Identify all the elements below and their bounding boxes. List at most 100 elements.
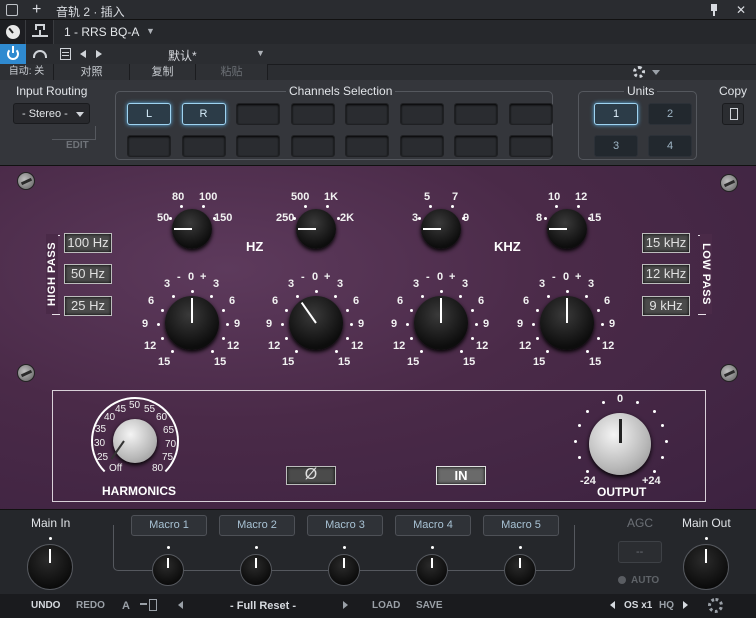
channel-slot-button[interactable] [236,135,280,157]
redo-button[interactable]: REDO [76,594,105,618]
in-button[interactable]: IN [436,466,486,485]
channel-r-button[interactable]: R [181,103,226,125]
channel-slot-button[interactable] [454,135,498,157]
plugin-power-icon[interactable] [0,20,26,44]
gain-tick-3: 3 [462,278,469,290]
load-button[interactable]: LOAD [372,594,400,618]
preset-next-icon[interactable] [343,601,348,609]
channel-slot-button[interactable] [181,135,226,157]
copy-unit-button[interactable] [722,103,744,125]
freq-knob-2[interactable] [296,209,336,249]
scale-dot [555,205,558,208]
scale-dot [429,205,432,208]
macro-3-knob[interactable] [328,554,360,586]
gain-knob-2[interactable] [289,296,343,350]
gain-tick-3: 3 [164,278,171,290]
power-button[interactable] [0,44,26,64]
output-knob[interactable] [589,413,651,475]
unit-2-button[interactable]: 2 [648,103,692,125]
auto-off-button[interactable]: 自动: 关 [0,64,54,80]
channel-slot-button[interactable] [454,103,498,125]
main-out-knob[interactable] [683,544,729,590]
channel-slot-button[interactable] [236,103,280,125]
bottom-preset-name[interactable]: - Full Reset - [230,594,296,618]
prev-preset-icon[interactable] [80,50,86,58]
channel-slot-button[interactable] [290,135,335,157]
macro-1-button[interactable]: Macro 1 [131,515,207,536]
pin-icon[interactable] [708,4,720,16]
gain-tick-6: 6 [353,295,360,307]
preset-prev-icon[interactable] [178,601,183,609]
hp-100hz-button[interactable]: 100 Hz [64,233,112,253]
macro-4-button[interactable]: Macro 4 [395,515,471,536]
channel-slot-button[interactable] [127,135,171,157]
freq-knob-1[interactable] [172,209,212,249]
preset-selector[interactable]: 默认* ▼ [108,45,268,63]
ab-copy-icon[interactable] [140,599,158,612]
os-prev-icon[interactable] [610,601,615,609]
unit-1-button[interactable]: 1 [594,103,638,125]
oversampling-value[interactable]: OS x1 [624,594,652,618]
routing-edit-button[interactable]: EDIT [64,140,91,151]
undo-button[interactable]: UNDO [31,594,60,618]
channel-slot-button[interactable] [345,103,389,125]
harmonics-tick-label: 45 [115,404,127,415]
input-routing-select[interactable]: - Stereo - [13,103,90,124]
scale-dot [410,337,413,340]
plugin-settings-gear-icon[interactable] [708,598,723,613]
lp-15khz-button[interactable]: 15 kHz [642,233,690,253]
copy-button[interactable]: 复制 [130,64,196,80]
gain-knob-3[interactable] [414,296,468,350]
freq-tick-label: 1K [324,191,339,203]
macro-3-button[interactable]: Macro 3 [307,515,383,536]
macro-2-button[interactable]: Macro 2 [219,515,295,536]
routing-icon[interactable] [26,20,54,44]
channel-slot-button[interactable] [508,135,553,157]
unit-3-button[interactable]: 3 [594,135,638,157]
channel-slot-button[interactable] [399,135,444,157]
hq-button[interactable]: HQ [659,594,674,618]
channel-slot-button[interactable] [508,103,553,125]
hp-25hz-button[interactable]: 25 Hz [64,296,112,316]
scale-dot [566,290,569,293]
freq-knob-3[interactable] [421,209,461,249]
knob-indicator [300,301,317,324]
unit-4-button[interactable]: 4 [648,135,692,157]
macro-4-knob[interactable] [416,554,448,586]
agc-auto-led-icon[interactable] [618,576,626,584]
compare-button[interactable]: 对照 [54,64,130,80]
settings-dropdown-icon[interactable] [652,70,660,75]
close-icon[interactable]: ✕ [736,3,746,17]
os-next-icon[interactable] [683,601,688,609]
gain-knob-4[interactable] [540,296,594,350]
freq-tick-label: 80 [172,191,185,203]
paste-button[interactable]: 粘贴 [196,64,268,80]
macro-5-button[interactable]: Macro 5 [483,515,559,536]
lp-9khz-button[interactable]: 9 kHz [642,296,690,316]
add-icon[interactable]: + [32,1,41,19]
save-button[interactable]: SAVE [416,594,443,618]
freq-knob-4[interactable] [547,209,587,249]
channel-l-button[interactable]: L [127,103,171,125]
agc-value-button[interactable]: -- [618,541,662,563]
macro-1-knob[interactable] [152,554,184,586]
channel-slot-button[interactable] [290,103,335,125]
phase-invert-button[interactable]: Ø [286,466,336,485]
macro-5-knob[interactable] [504,554,536,586]
hp-50hz-button[interactable]: 50 Hz [64,264,112,284]
lp-12khz-button[interactable]: 12 kHz [642,264,690,284]
track-name[interactable]: 1 - RRS BQ-A [64,25,139,39]
gain-knob-1[interactable] [165,296,219,350]
settings-gear-icon[interactable] [632,66,646,78]
main-in-knob[interactable] [27,544,73,590]
automation-icon[interactable] [27,44,54,64]
scale-dot [296,295,299,298]
harmonics-knob[interactable] [110,419,157,463]
track-dropdown-icon[interactable]: ▼ [146,26,155,36]
preset-list-icon[interactable] [60,48,71,60]
next-preset-icon[interactable] [96,50,102,58]
macro-2-knob[interactable] [240,554,272,586]
channel-slot-button[interactable] [399,103,444,125]
channel-slot-button[interactable] [345,135,389,157]
ab-compare-button[interactable]: A [122,594,130,618]
